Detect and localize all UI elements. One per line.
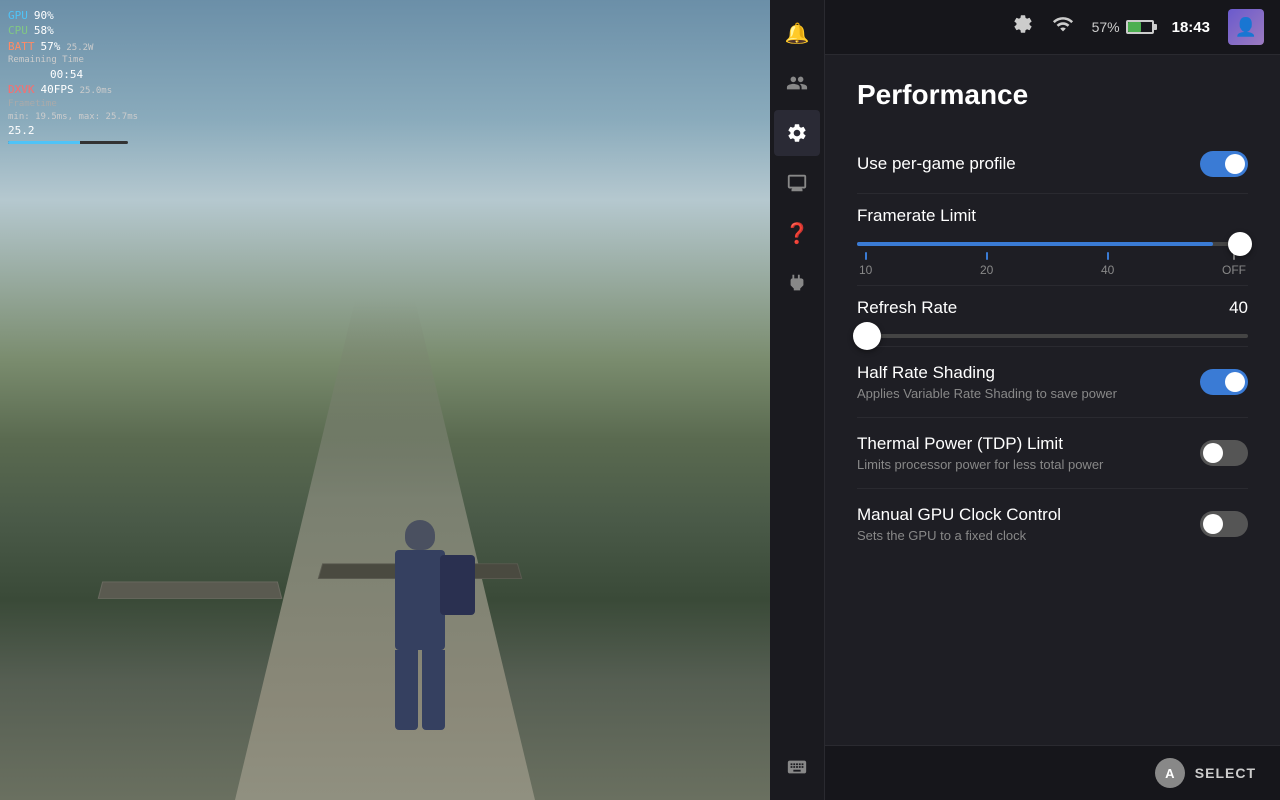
- sidebar-item-notifications[interactable]: 🔔: [774, 10, 820, 56]
- battery-percentage: 57%: [1092, 19, 1120, 35]
- framerate-limit-label: Framerate Limit: [857, 206, 976, 226]
- refresh-rate-slider-thumb[interactable]: [853, 322, 881, 350]
- tick-label-40: 40: [1101, 263, 1114, 277]
- framerate-slider-container[interactable]: [857, 242, 1248, 246]
- half-rate-shading-toggle[interactable]: [1200, 369, 1248, 395]
- manual-gpu-clock-toggle[interactable]: [1200, 511, 1248, 537]
- sidebar-item-power[interactable]: [774, 260, 820, 306]
- hud-cpu-value: 58%: [34, 23, 54, 38]
- refresh-rate-section: Refresh Rate 40: [857, 286, 1248, 347]
- character-backpack: [440, 555, 475, 615]
- tick-mark-10: [865, 252, 867, 260]
- hud-cpu-label: CPU: [8, 23, 28, 38]
- hud-overlay: GPU 90% CPU 58% BATT 57% 25.2W Remaining…: [8, 8, 138, 144]
- character: [380, 520, 460, 740]
- half-rate-shading-sublabel: Applies Variable Rate Shading to save po…: [857, 386, 1200, 401]
- hud-dxvk-label: DXVK: [8, 82, 35, 97]
- character-leg-right: [422, 650, 445, 730]
- time-display: 18:43: [1172, 19, 1210, 36]
- hud-gpu-label: GPU: [8, 8, 28, 23]
- hud-batt-value: 57%: [41, 39, 61, 54]
- per-game-profile-toggle[interactable]: [1200, 151, 1248, 177]
- sidebar-item-display[interactable]: [774, 160, 820, 206]
- tick-label-10: 10: [859, 263, 872, 277]
- character-torso: [395, 550, 445, 650]
- per-game-profile-label: Use per-game profile: [857, 154, 1016, 174]
- avatar[interactable]: 👤: [1228, 9, 1264, 45]
- per-game-profile-knob: [1225, 154, 1245, 174]
- refresh-rate-label: Refresh Rate: [857, 298, 957, 318]
- refresh-rate-value: 40: [1229, 298, 1248, 318]
- main-panel: 57% 18:43 👤 Performance Use per-game pro…: [825, 0, 1280, 800]
- manual-gpu-clock-sublabel: Sets the GPU to a fixed clock: [857, 528, 1200, 543]
- thermal-power-info: Thermal Power (TDP) Limit Limits process…: [857, 434, 1200, 472]
- half-rate-shading-knob: [1225, 372, 1245, 392]
- setting-row-manual-gpu-clock: Manual GPU Clock Control Sets the GPU to…: [857, 489, 1248, 559]
- hud-dxvk-ms: 25.0ms: [80, 85, 113, 98]
- manual-gpu-clock-knob: [1203, 514, 1223, 534]
- select-action-label: SELECT: [1195, 765, 1256, 781]
- framerate-limit-section: Framerate Limit 10 20 40: [857, 194, 1248, 286]
- tick-20: 20: [980, 252, 993, 277]
- hud-gpu-value: 90%: [34, 8, 54, 23]
- thermal-power-label: Thermal Power (TDP) Limit: [857, 434, 1200, 454]
- hud-batt-watts: 25.2W: [66, 42, 93, 55]
- hud-bar: [8, 141, 128, 144]
- battery-icon: [1126, 20, 1154, 34]
- half-rate-shading-label: Half Rate Shading: [857, 363, 1200, 383]
- setting-row-thermal-power: Thermal Power (TDP) Limit Limits process…: [857, 418, 1248, 489]
- wifi-icon: [1052, 13, 1074, 41]
- framerate-slider-ticks: 10 20 40 OFF: [857, 252, 1248, 277]
- hud-remaining-time-label: Remaining Time: [8, 54, 84, 67]
- thermal-power-knob: [1203, 443, 1223, 463]
- bottom-bar: A SELECT: [825, 745, 1280, 800]
- page-title: Performance: [857, 79, 1248, 111]
- battery-fill: [1128, 22, 1142, 32]
- content-area: Performance Use per-game profile Framera…: [825, 55, 1280, 745]
- scene-platform-left: [98, 582, 283, 599]
- sidebar-item-help[interactable]: ❓: [774, 210, 820, 256]
- hud-frametime-label: Frametime: [8, 98, 57, 111]
- hud-batt-label: BATT: [8, 39, 35, 54]
- framerate-slider-fill: [857, 242, 1213, 246]
- half-rate-shading-info: Half Rate Shading Applies Variable Rate …: [857, 363, 1200, 401]
- sidebar-item-friends[interactable]: [774, 60, 820, 106]
- battery-display: 57%: [1092, 19, 1154, 35]
- tick-mark-40: [1107, 252, 1109, 260]
- framerate-slider-track: [857, 242, 1248, 246]
- framerate-slider-thumb[interactable]: [1228, 232, 1252, 256]
- thermal-power-toggle[interactable]: [1200, 440, 1248, 466]
- settings-icon[interactable]: [1012, 13, 1034, 41]
- sidebar-item-settings[interactable]: [774, 110, 820, 156]
- tick-label-20: 20: [980, 263, 993, 277]
- hud-frametime-stats: min: 19.5ms, max: 25.7ms: [8, 111, 138, 124]
- hud-dxvk-fps: 40FPS: [41, 82, 74, 97]
- tick-label-off: OFF: [1222, 263, 1246, 277]
- tick-40: 40: [1101, 252, 1114, 277]
- manual-gpu-clock-label: Manual GPU Clock Control: [857, 505, 1200, 525]
- sidebar: 🔔 ❓: [770, 0, 825, 800]
- hud-frametime-val: 25.2: [8, 123, 138, 138]
- top-bar: 57% 18:43 👤: [825, 0, 1280, 55]
- hud-batt-time: 00:54: [50, 67, 83, 82]
- tick-off: OFF: [1222, 252, 1246, 277]
- framerate-limit-header: Framerate Limit: [857, 206, 1248, 226]
- game-viewport: GPU 90% CPU 58% BATT 57% 25.2W Remaining…: [0, 0, 770, 800]
- refresh-rate-header: Refresh Rate 40: [857, 298, 1248, 318]
- select-button[interactable]: A: [1155, 758, 1185, 788]
- character-head: [405, 520, 435, 550]
- refresh-rate-slider-track[interactable]: [857, 334, 1248, 338]
- thermal-power-sublabel: Limits processor power for less total po…: [857, 457, 1200, 472]
- character-leg-left: [395, 650, 418, 730]
- character-legs: [395, 650, 445, 730]
- tick-mark-20: [986, 252, 988, 260]
- setting-row-half-rate-shading: Half Rate Shading Applies Variable Rate …: [857, 347, 1248, 418]
- hud-bar-fill: [8, 141, 80, 144]
- setting-row-per-game-profile: Use per-game profile: [857, 135, 1248, 194]
- sidebar-item-keyboard[interactable]: [774, 744, 820, 790]
- manual-gpu-clock-info: Manual GPU Clock Control Sets the GPU to…: [857, 505, 1200, 543]
- tick-10: 10: [859, 252, 872, 277]
